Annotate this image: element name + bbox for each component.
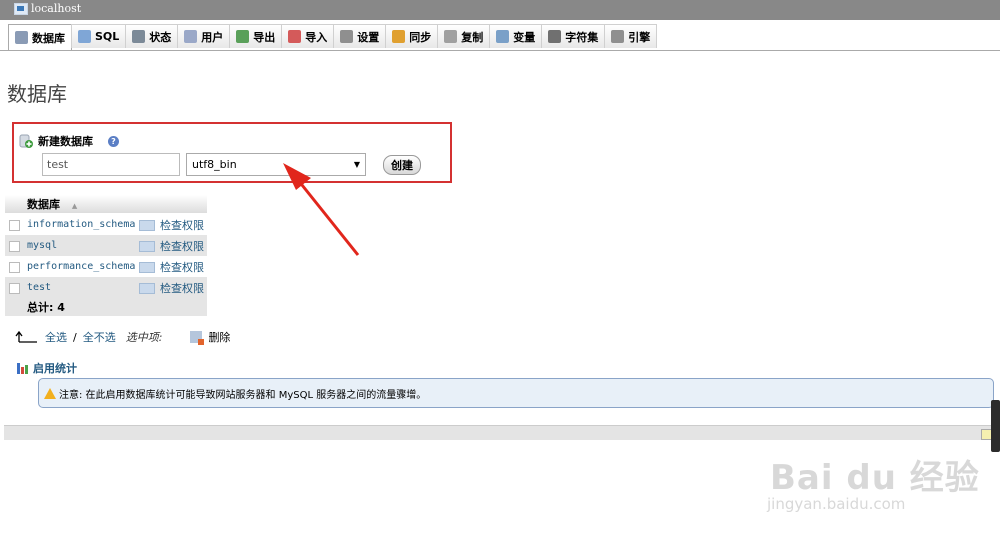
privileges-icon (139, 283, 155, 294)
table-row: test 检查权限 (5, 277, 207, 298)
side-widget[interactable] (991, 400, 1000, 452)
enable-statistics-link[interactable]: 启用统计 (17, 360, 77, 376)
database-name-link[interactable]: performance_schema (27, 256, 139, 277)
row-checkbox[interactable] (9, 282, 20, 294)
arrow-ltr-icon (15, 330, 37, 343)
database-name-link[interactable]: information_schema (27, 213, 139, 235)
privileges-icon (139, 220, 155, 231)
notice-text: 注意: 在此启用数据库统计可能导致网站服务器和 MySQL 服务器之间的流量骤增… (59, 389, 427, 401)
row-checkbox[interactable] (9, 261, 20, 273)
privileges-icon (139, 262, 155, 273)
check-privileges-link[interactable]: 检查权限 (139, 256, 207, 277)
notice-box: 注意: 在此启用数据库统计可能导致网站服务器和 MySQL 服务器之间的流量骤增… (38, 378, 994, 408)
bulk-actions: 全选 / 全不选 选中项: 删除 (15, 329, 230, 345)
enable-statistics-label[interactable]: 启用统计 (33, 360, 77, 376)
bottom-scroll-area (4, 425, 994, 440)
table-row: mysql 检查权限 (5, 235, 207, 256)
check-privileges-label[interactable]: 检查权限 (160, 282, 204, 295)
drop-button[interactable]: 删除 (208, 329, 230, 345)
check-privileges-link[interactable]: 检查权限 (139, 277, 207, 298)
annotation-arrowhead (283, 163, 311, 190)
database-name-link[interactable]: mysql (27, 235, 139, 256)
database-column-label[interactable]: 数据库 (27, 198, 60, 211)
database-column-header[interactable]: 数据库 ▲ (27, 195, 139, 214)
warning-icon (44, 387, 56, 399)
row-checkbox[interactable] (9, 219, 20, 231)
table-row: information_schema 检查权限 (5, 213, 207, 235)
database-name-link[interactable]: test (27, 277, 139, 298)
check-privileges-label[interactable]: 检查权限 (160, 219, 204, 232)
watermark-brand: Bai du 经验 (770, 458, 980, 498)
table-header-row: 数据库 ▲ (5, 195, 207, 214)
check-privileges-label[interactable]: 检查权限 (160, 240, 204, 253)
privileges-icon (139, 241, 155, 252)
sort-ascending-icon[interactable]: ▲ (72, 202, 77, 210)
check-privileges-link[interactable]: 检查权限 (139, 235, 207, 256)
row-checkbox[interactable] (9, 240, 20, 252)
watermark: Bai du 经验 jingyan.baidu.com (767, 450, 980, 513)
database-table: 数据库 ▲ information_schema 检查权限 mysql 检查权限 per… (5, 195, 207, 316)
select-all-link[interactable]: 全选 (45, 329, 67, 345)
select-none-link[interactable]: 全不选 (83, 329, 116, 345)
check-privileges-link[interactable]: 检查权限 (139, 213, 207, 235)
with-selected-label: 选中项: (125, 331, 163, 344)
separator: / (73, 330, 77, 344)
table-row: performance_schema 检查权限 (5, 256, 207, 277)
chart-bars-icon (17, 362, 28, 374)
total-count: 总计: 4 (27, 298, 139, 316)
total-row: 总计: 4 (5, 298, 207, 316)
drop-icon[interactable] (190, 331, 205, 345)
check-privileges-label[interactable]: 检查权限 (160, 261, 204, 274)
